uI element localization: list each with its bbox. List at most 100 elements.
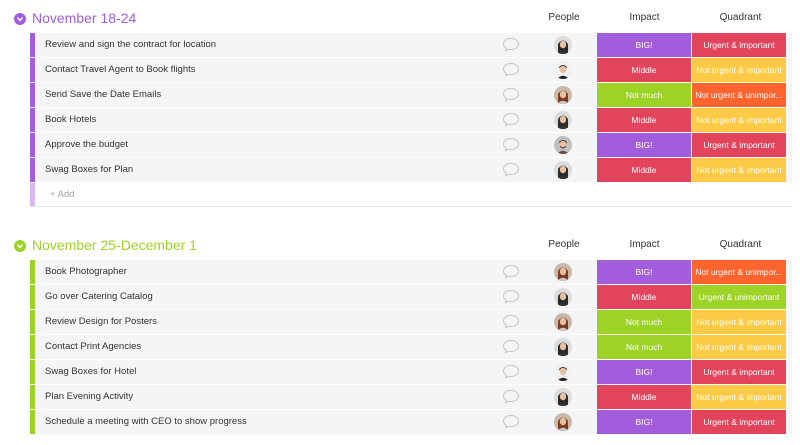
task-name[interactable]: Contact Print Agencies: [45, 335, 141, 359]
row-color-bar[interactable]: [30, 58, 35, 82]
impact-status-not-much[interactable]: Not much: [597, 83, 691, 107]
comment-icon[interactable]: [502, 264, 520, 279]
quadrant-status[interactable]: Not urgent & important: [692, 158, 786, 182]
comment-icon[interactable]: [502, 162, 520, 177]
avatar[interactable]: [554, 161, 572, 179]
task-row[interactable]: Contact Travel Agent to Book flights Midd…: [30, 58, 792, 82]
collapse-group-button[interactable]: [14, 240, 26, 252]
quadrant-status[interactable]: Not urgent & important: [692, 108, 786, 132]
task-name[interactable]: Book Photographer: [45, 260, 127, 284]
quadrant-status[interactable]: Not urgent & unimpor...: [692, 83, 786, 107]
quadrant-status[interactable]: Urgent & important: [692, 360, 786, 384]
group-title[interactable]: November 25-December 1: [32, 236, 197, 254]
quadrant-status[interactable]: Not urgent & important: [692, 58, 786, 82]
row-color-bar[interactable]: [30, 310, 35, 334]
task-row[interactable]: Swag Boxes for Plan Middle Not urgent & im…: [30, 158, 792, 182]
avatar[interactable]: [554, 413, 572, 431]
add-item-button[interactable]: + Add: [50, 183, 75, 206]
row-color-bar[interactable]: [30, 158, 35, 182]
task-name[interactable]: Approve the budget: [45, 133, 128, 157]
avatar[interactable]: [554, 111, 572, 129]
comment-icon[interactable]: [502, 314, 520, 329]
task-row[interactable]: Approve the budget BIG! Urgent & important: [30, 133, 792, 157]
task-name[interactable]: Plan Evening Activity: [45, 385, 133, 409]
task-name[interactable]: Contact Travel Agent to Book flights: [45, 58, 196, 82]
impact-status-middle[interactable]: Middle: [597, 108, 691, 132]
impact-status-not-much[interactable]: Not much: [597, 310, 691, 334]
avatar[interactable]: [554, 288, 572, 306]
comment-icon[interactable]: [502, 389, 520, 404]
impact-status-big[interactable]: BIG!: [597, 260, 691, 284]
row-color-bar[interactable]: [30, 335, 35, 359]
task-row[interactable]: Book Hotels Middle Not urgent & important: [30, 108, 792, 132]
task-row[interactable]: Contact Print Agencies Not much Not urgent…: [30, 335, 792, 359]
impact-status-not-much[interactable]: Not much: [597, 335, 691, 359]
task-row[interactable]: Go over Catering Catalog Middle Urgent & u…: [30, 285, 792, 309]
comment-icon[interactable]: [502, 37, 520, 52]
task-row[interactable]: Book Photographer BIG! Not urgent & unimpo…: [30, 260, 792, 284]
row-color-bar[interactable]: [30, 410, 35, 434]
avatar[interactable]: [554, 263, 572, 281]
quadrant-status[interactable]: Urgent & important: [692, 410, 786, 434]
comment-icon[interactable]: [502, 339, 520, 354]
avatar[interactable]: [554, 313, 572, 331]
task-row[interactable]: Review and sign the contract for locatio…: [30, 33, 792, 57]
quadrant-status[interactable]: Not urgent & important: [692, 335, 786, 359]
task-name[interactable]: Review Design for Posters: [45, 310, 157, 334]
task-name[interactable]: Go over Catering Catalog: [45, 285, 153, 309]
task-row[interactable]: Swag Boxes for Hotel BIG! Urgent & importa…: [30, 360, 792, 384]
task-row[interactable]: Plan Evening Activity Middle Not urgent & …: [30, 385, 792, 409]
task-name[interactable]: Review and sign the contract for locatio…: [45, 33, 216, 57]
comment-icon[interactable]: [502, 364, 520, 379]
task-name[interactable]: Schedule a meeting with CEO to show prog…: [45, 410, 247, 434]
impact-status-big[interactable]: BIG!: [597, 33, 691, 57]
row-color-bar[interactable]: [30, 108, 35, 132]
comment-icon[interactable]: [502, 62, 520, 77]
avatar[interactable]: [554, 86, 572, 104]
quadrant-status[interactable]: Urgent & important: [692, 33, 786, 57]
row-color-bar[interactable]: [30, 260, 35, 284]
task-row[interactable]: Send Save the Date Emails Not much Not urg…: [30, 83, 792, 107]
column-header-quadrant[interactable]: Quadrant: [693, 238, 788, 252]
impact-status-middle[interactable]: Middle: [597, 385, 691, 409]
row-color-bar[interactable]: [30, 385, 35, 409]
quadrant-status[interactable]: Not urgent & important: [692, 310, 786, 334]
task-row[interactable]: Schedule a meeting with CEO to show prog…: [30, 410, 792, 434]
quadrant-status[interactable]: Not urgent & unimpor...: [692, 260, 786, 284]
row-color-bar[interactable]: [30, 133, 35, 157]
comment-icon[interactable]: [502, 289, 520, 304]
row-color-bar[interactable]: [30, 83, 35, 107]
avatar[interactable]: [554, 36, 572, 54]
column-header-quadrant[interactable]: Quadrant: [693, 11, 788, 25]
quadrant-status[interactable]: Not urgent & important: [692, 385, 786, 409]
add-item-row[interactable]: + Add: [30, 183, 792, 207]
row-color-bar[interactable]: [30, 360, 35, 384]
group-title[interactable]: November 18-24: [32, 9, 136, 27]
comment-icon[interactable]: [502, 87, 520, 102]
comment-icon[interactable]: [502, 112, 520, 127]
quadrant-status[interactable]: Urgent & important: [692, 133, 786, 157]
comment-icon[interactable]: [502, 414, 520, 429]
row-color-bar[interactable]: [30, 33, 35, 57]
task-row[interactable]: Review Design for Posters Not much Not urg…: [30, 310, 792, 334]
avatar[interactable]: [554, 388, 572, 406]
column-header-people[interactable]: People: [540, 11, 588, 25]
impact-status-middle[interactable]: Middle: [597, 58, 691, 82]
impact-status-big[interactable]: BIG!: [597, 410, 691, 434]
avatar[interactable]: [554, 338, 572, 356]
comment-icon[interactable]: [502, 137, 520, 152]
task-name[interactable]: Send Save the Date Emails: [45, 83, 161, 107]
column-header-people[interactable]: People: [540, 238, 588, 252]
task-name[interactable]: Book Hotels: [45, 108, 96, 132]
impact-status-middle[interactable]: Middle: [597, 285, 691, 309]
collapse-group-button[interactable]: [14, 13, 26, 25]
impact-status-middle[interactable]: Middle: [597, 158, 691, 182]
avatar[interactable]: [554, 363, 572, 381]
column-header-impact[interactable]: Impact: [597, 238, 692, 252]
impact-status-big[interactable]: BIG!: [597, 133, 691, 157]
row-color-bar[interactable]: [30, 285, 35, 309]
task-name[interactable]: Swag Boxes for Hotel: [45, 360, 136, 384]
impact-status-big[interactable]: BIG!: [597, 360, 691, 384]
quadrant-status[interactable]: Urgent & unimportant: [692, 285, 786, 309]
column-header-impact[interactable]: Impact: [597, 11, 692, 25]
